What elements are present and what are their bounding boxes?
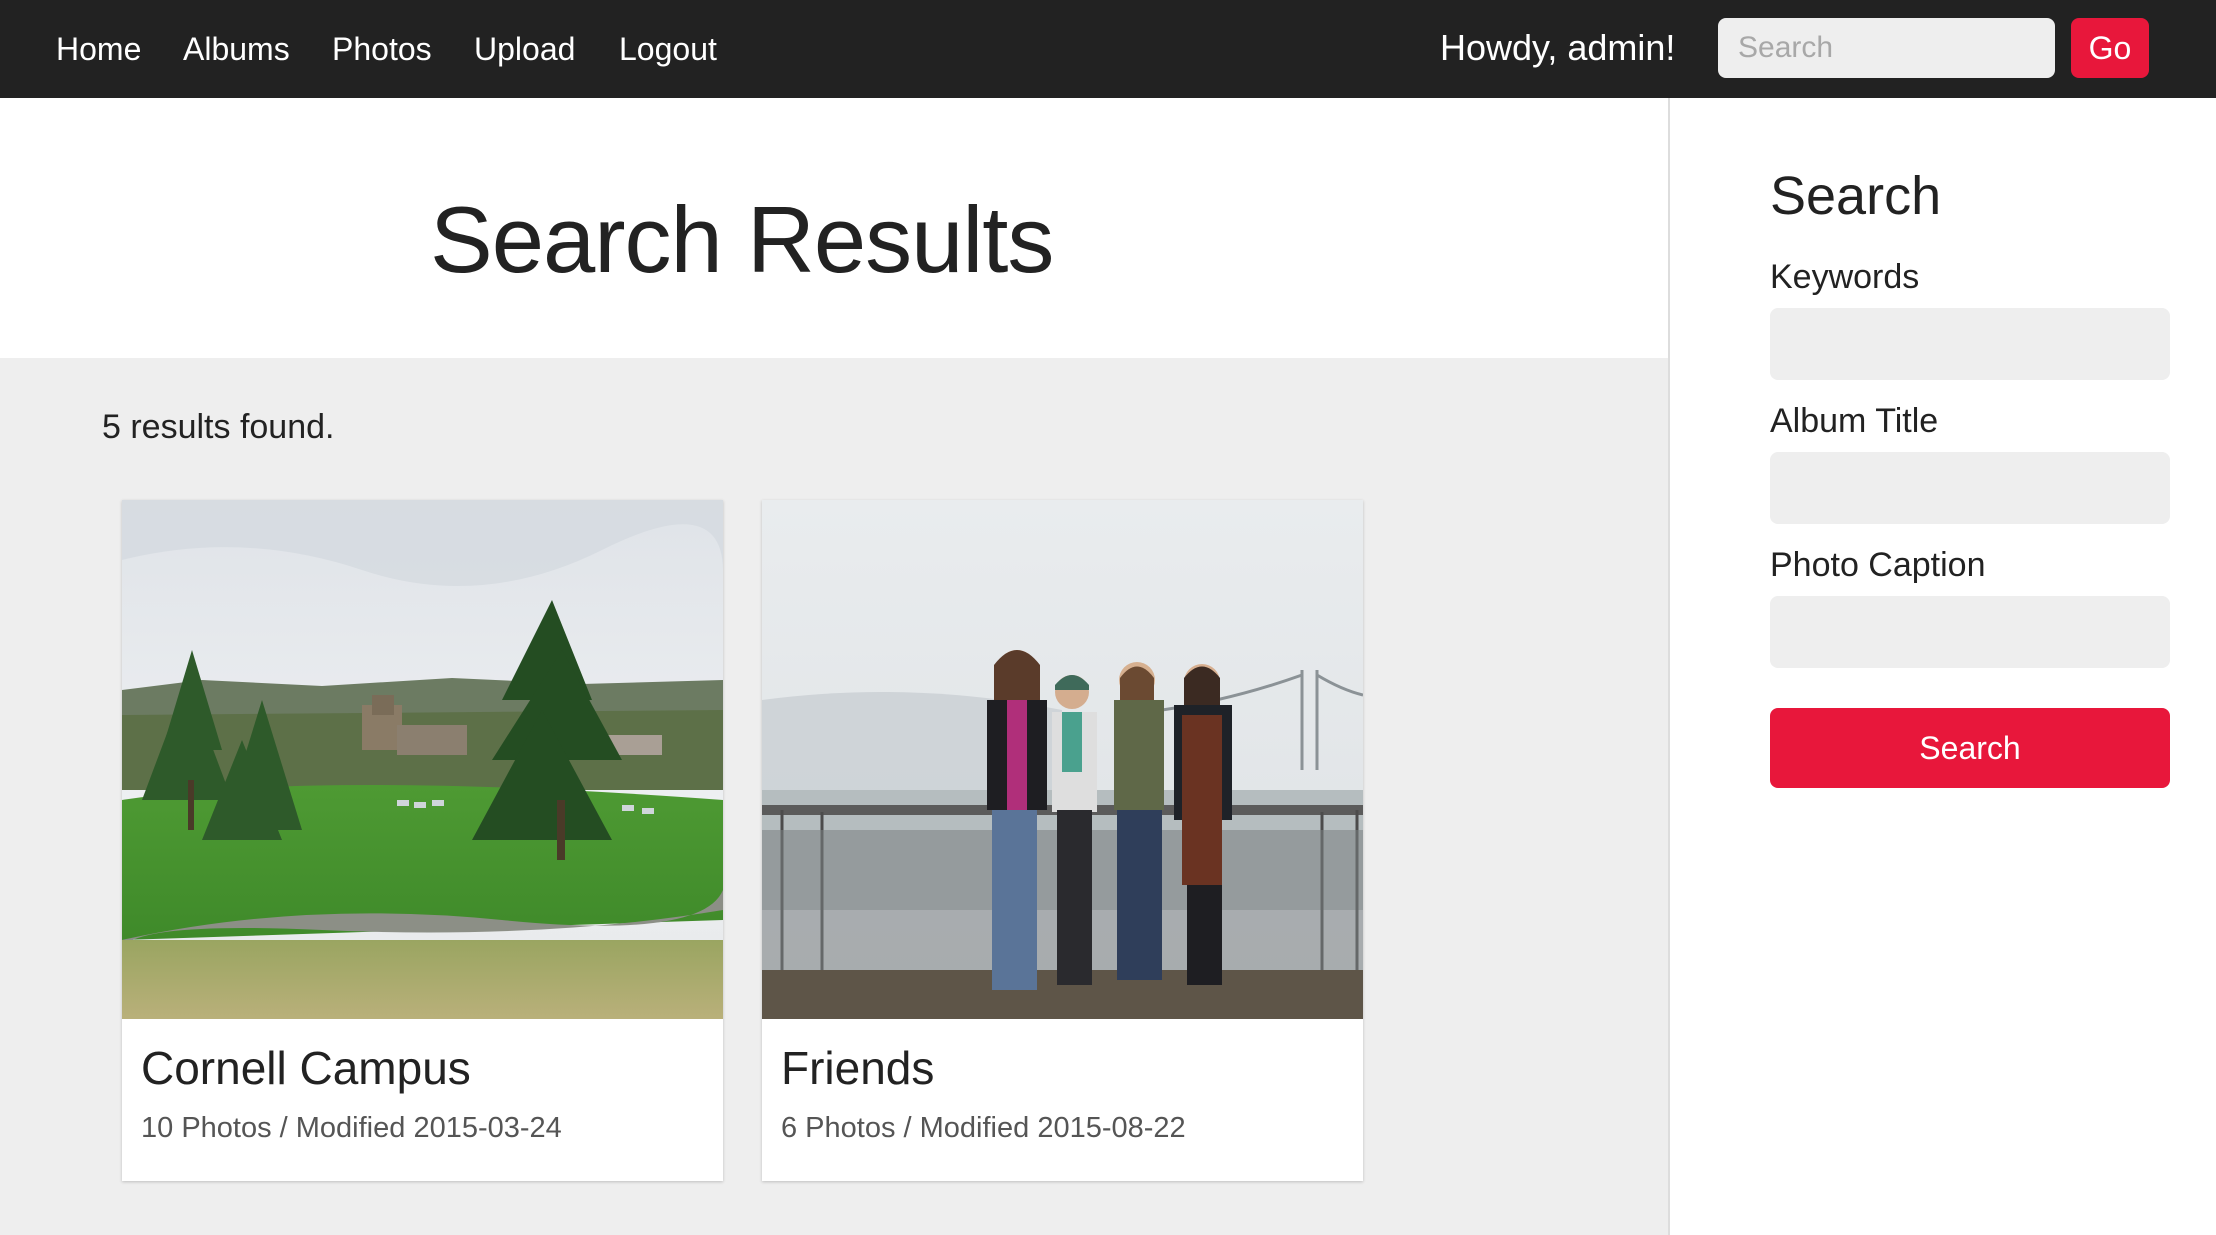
- campus-landscape-photo[interactable]: [122, 500, 723, 1019]
- search-button[interactable]: Search: [1770, 708, 2170, 788]
- album-title[interactable]: Cornell Campus: [141, 1040, 471, 1096]
- album-title-label: Album Title: [1770, 402, 1939, 440]
- album-title[interactable]: Friends: [781, 1040, 934, 1096]
- nav-link-upload[interactable]: Upload: [474, 28, 575, 70]
- album-meta: 10 Photos / Modified 2015-03-24: [141, 1112, 562, 1144]
- photo-caption-label: Photo Caption: [1770, 546, 1986, 584]
- keywords-label: Keywords: [1770, 258, 1920, 296]
- album-title-input[interactable]: [1770, 452, 2170, 524]
- page-header: Search Results: [0, 98, 1668, 358]
- album-meta: 6 Photos / Modified 2015-08-22: [781, 1112, 1186, 1144]
- album-card-cornell-campus[interactable]: Cornell Campus 10 Photos / Modified 2015…: [122, 500, 723, 1181]
- main-content: Search Results 5 results found. Cornell …: [0, 98, 1668, 1235]
- go-button[interactable]: Go: [2071, 18, 2149, 78]
- album-card-friends[interactable]: Friends 6 Photos / Modified 2015-08-22: [762, 500, 1363, 1181]
- top-navbar: Home Albums Photos Upload Logout Howdy, …: [0, 0, 2216, 98]
- user-greeting: Howdy, admin!: [1440, 27, 1676, 68]
- nav-link-albums[interactable]: Albums: [183, 28, 290, 70]
- results-panel: 5 results found. Cornell Campus 10 Photo…: [0, 358, 1668, 1235]
- nav-search-input[interactable]: [1718, 18, 2055, 78]
- nav-link-home[interactable]: Home: [56, 28, 141, 70]
- results-count: 5 results found.: [102, 408, 335, 446]
- friends-group-image: [762, 500, 1363, 1019]
- friends-group-photo[interactable]: [762, 500, 1363, 1019]
- nav-link-logout[interactable]: Logout: [619, 28, 717, 70]
- photo-caption-input[interactable]: [1770, 596, 2170, 668]
- campus-landscape-image: [122, 500, 723, 1019]
- sidebar-heading: Search: [1770, 166, 1942, 226]
- search-sidebar: Search Keywords Album Title Photo Captio…: [1668, 98, 2216, 1235]
- nav-link-photos[interactable]: Photos: [332, 28, 432, 70]
- keywords-input[interactable]: [1770, 308, 2170, 380]
- page-title: Search Results: [430, 187, 1054, 292]
